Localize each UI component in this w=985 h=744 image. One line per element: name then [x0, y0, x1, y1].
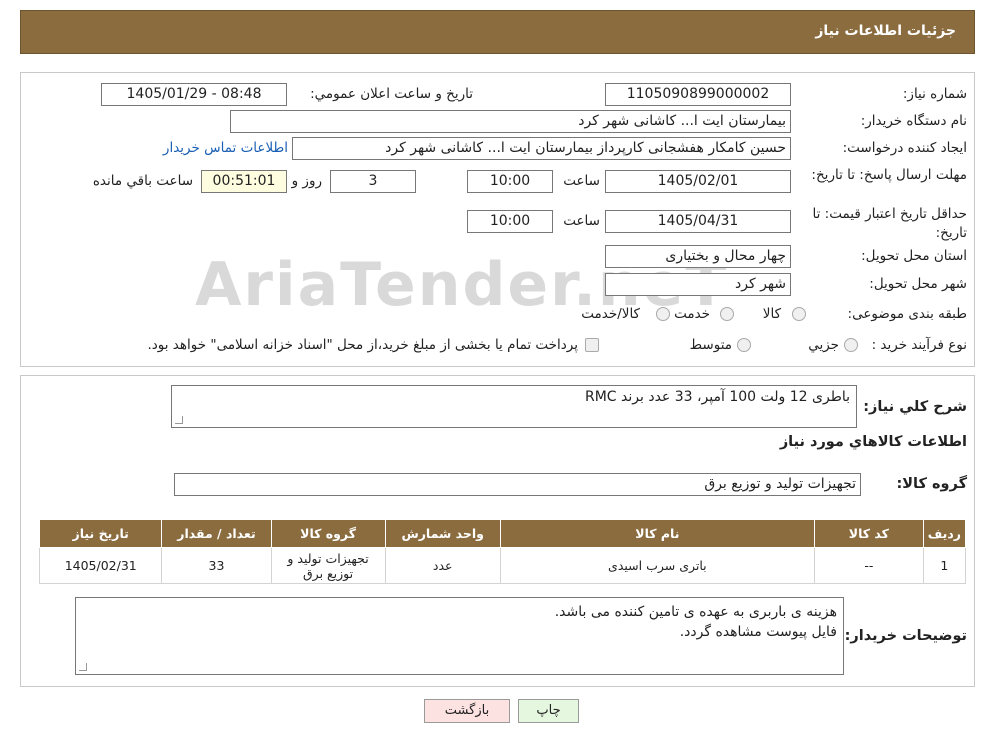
buyer-notes-line-2: فایل پیوست مشاهده گردد. [679, 624, 837, 640]
back-button[interactable]: بازگشت [424, 699, 510, 723]
cell-row: 1 [922, 547, 967, 584]
process-radio-partial[interactable] [844, 338, 858, 352]
price-validity-time-label: ساعت [563, 213, 600, 229]
buyer-notes-line-1: هزینه ی باربری به عهده ی تامین کننده می … [554, 604, 837, 620]
table-row: 1 -- باتری سرب اسیدی عدد تجهیزات تولید و… [38, 547, 967, 584]
goods-group-field: تجهیزات تولید و توزیع برق [174, 473, 861, 496]
goods-group-label: گروه کالا: [896, 476, 967, 492]
requester-label: ایجاد کننده درخواست: [842, 140, 967, 156]
remaining-time-field: 00:51:01 [201, 170, 287, 193]
col-need-date: تاريخ نياز [38, 519, 163, 548]
category-label: طبقه بندی موضوعی: [847, 306, 967, 322]
treasury-note: پرداخت تمام یا بخشی از مبلغ خرید،از محل … [147, 337, 578, 353]
price-validity-time-field: 10:00 [467, 210, 553, 233]
days-field: 3 [330, 170, 416, 193]
category-option-goods: کالا [762, 306, 781, 322]
requester-field: حسین کامکار هفشجانی کارپرداز بیمارستان ا… [292, 137, 791, 160]
buyer-org-field: بیمارستان ایت ا... کاشانی شهر کرد [230, 110, 791, 133]
page-header: جزئیات اطلاعات نیاز [20, 10, 975, 54]
announce-date-field: 1405/01/29 - 08:48 [101, 83, 287, 106]
process-option-medium: متوسط [689, 337, 732, 353]
response-time-label: ساعت [563, 173, 600, 189]
cell-code: -- [813, 547, 924, 584]
description-textarea[interactable]: باطری 12 ولت 100 آمپر، 33 عدد برند RMC [171, 385, 857, 428]
category-radio-service[interactable] [720, 307, 734, 321]
process-checkbox-treasury[interactable] [585, 338, 599, 352]
announce-date-label: تاریخ و ساعت اعلان عمومي: [310, 86, 473, 102]
cell-name: باتری سرب اسیدی [499, 547, 815, 584]
print-button[interactable]: چاپ [518, 699, 579, 723]
days-label: روز و [291, 173, 322, 189]
response-date-field: 1405/02/01 [605, 170, 791, 193]
description-text: باطری 12 ولت 100 آمپر، 33 عدد برند RMC [584, 389, 850, 405]
cell-need-date: 1405/02/31 [38, 547, 163, 584]
province-field: چهار محال و بختیاری [605, 245, 791, 268]
buyer-org-label: نام دستگاه خریدار: [860, 113, 967, 129]
remaining-time-label: ساعت باقي مانده [92, 173, 193, 189]
goods-section-title: اطلاعات کالاهاي مورد نياز [779, 434, 967, 450]
category-radio-goods[interactable] [792, 307, 806, 321]
col-code: کد کالا [813, 519, 924, 548]
need-number-field: 1105090899000002 [605, 83, 791, 106]
need-number-label: شماره نیاز: [902, 86, 967, 102]
process-option-partial: جزیي [808, 337, 839, 353]
cell-group: تجهیزات تولید و توزیع برق [270, 547, 386, 584]
category-radio-goods-service[interactable] [656, 307, 670, 321]
price-validity-label: حداقل تاریخ اعتبار قیمت: تا تاریخ: [812, 206, 967, 241]
buyer-contact-link[interactable]: اطلاعات تماس خریدار [163, 140, 288, 156]
price-validity-date-field: 1405/04/31 [605, 210, 791, 233]
city-field: شهر کرد [605, 273, 791, 296]
page-title: جزئیات اطلاعات نیاز [815, 23, 956, 39]
cell-unit: عدد [384, 547, 501, 584]
buyer-notes-textarea[interactable]: هزینه ی باربری به عهده ی تامین کننده می … [75, 597, 844, 675]
category-option-goods-service: کالا/خدمت [581, 306, 640, 322]
col-unit: واحد شمارش [384, 519, 501, 548]
category-option-service: خدمت [674, 306, 710, 322]
col-quantity: تعداد / مقدار [161, 519, 272, 548]
table-header-row: رديف کد کالا نام کالا واحد شمارش گروه کا… [38, 519, 967, 548]
resize-grip[interactable] [79, 663, 87, 671]
response-deadline-label: مهلت ارسال پاسخ: تا تاریخ: [811, 167, 967, 183]
goods-table: رديف کد کالا نام کالا واحد شمارش گروه کا… [38, 519, 967, 584]
col-row: رديف [922, 519, 967, 548]
response-time-field: 10:00 [467, 170, 553, 193]
col-name: نام کالا [499, 519, 815, 548]
resize-grip[interactable] [175, 416, 183, 424]
province-label: استان محل تحویل: [861, 248, 967, 264]
process-type-label: نوع فرآیند خرید : [871, 337, 967, 353]
description-label: شرح کلي نياز: [863, 399, 967, 415]
city-label: شهر محل تحویل: [869, 276, 967, 292]
process-radio-medium[interactable] [737, 338, 751, 352]
cell-quantity: 33 [161, 547, 272, 584]
buyer-notes-label: توضیحات خریدار: [844, 628, 967, 644]
col-group: گروه کالا [270, 519, 386, 548]
